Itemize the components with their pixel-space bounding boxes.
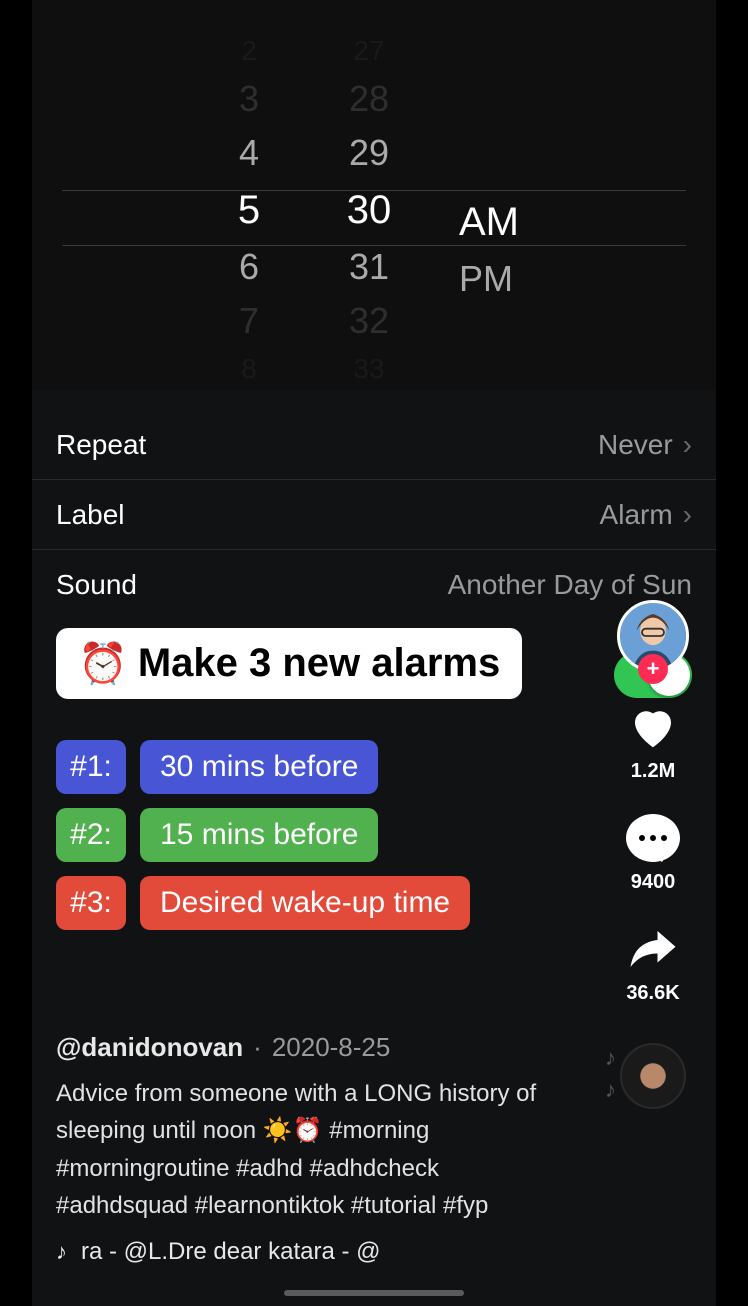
ampm-wheel[interactable]: AM PM [449, 30, 539, 390]
label-label: Label [56, 499, 125, 531]
chevron-right-icon: › [683, 429, 692, 461]
comment-icon [626, 814, 680, 862]
like-count: 1.2M [631, 760, 675, 783]
like-button[interactable]: 1.2M [626, 700, 680, 783]
video-caption-main: ⏰ Make 3 new alarms [56, 628, 522, 699]
repeat-value: Never [598, 429, 673, 461]
chevron-right-icon: › [683, 499, 692, 531]
floating-notes-icon: ♪♪ [605, 1045, 616, 1103]
sound-disc[interactable] [620, 1043, 686, 1109]
time-picker[interactable]: 2 3 4 5 6 7 8 27 28 29 30 31 32 33 [32, 0, 716, 390]
tag-num-3: #3: [56, 876, 126, 930]
heart-icon [626, 700, 680, 754]
meta-dot: · [253, 1032, 262, 1063]
post-date: 2020-8-25 [272, 1032, 391, 1063]
author-handle[interactable]: @danidonovan [56, 1032, 243, 1063]
caption-tags: #1: 30 mins before #2: 15 mins before #3… [56, 740, 470, 930]
alarm-emoji-icon: ⏰ [78, 640, 128, 687]
label-row[interactable]: Label Alarm › [32, 480, 716, 550]
comment-count: 9400 [631, 871, 676, 894]
music-label: ra - @L.Dre dear katara - @ [81, 1238, 380, 1266]
sound-value: Another Day of Sun [448, 569, 692, 601]
repeat-label: Repeat [56, 429, 146, 461]
share-button[interactable]: 36.6K [626, 922, 680, 1005]
caption-text: Make 3 new alarms [138, 641, 500, 686]
repeat-row[interactable]: Repeat Never › [32, 410, 716, 480]
home-indicator[interactable] [284, 1290, 464, 1296]
hour-wheel[interactable]: 2 3 4 5 6 7 8 [209, 30, 289, 390]
share-arrow-icon [626, 921, 680, 977]
sound-label: Sound [56, 569, 137, 601]
video-description: Advice from someone with a LONG history … [56, 1075, 576, 1224]
comment-button[interactable]: 9400 [626, 811, 680, 894]
minute-wheel[interactable]: 27 28 29 30 31 32 33 [329, 30, 409, 390]
video-meta: @danidonovan · 2020-8-25 Advice from som… [56, 1032, 576, 1266]
author-avatar[interactable]: + [617, 600, 689, 672]
share-count: 36.6K [626, 982, 679, 1005]
video-frame: 2 3 4 5 6 7 8 27 28 29 30 31 32 33 [32, 0, 716, 1306]
tag-text-2: 15 mins before [140, 808, 378, 862]
alarm-settings: Repeat Never › Label Alarm › Sound Anoth… [32, 410, 716, 620]
tag-num-2: #2: [56, 808, 126, 862]
action-rail: + 1.2M 9400 36.6K [608, 600, 698, 1109]
label-value: Alarm [600, 499, 673, 531]
tag-text-1: 30 mins before [140, 740, 378, 794]
tag-text-3: Desired wake-up time [140, 876, 470, 930]
follow-button[interactable]: + [638, 654, 668, 684]
music-note-icon: ♪ [56, 1239, 67, 1265]
music-row[interactable]: ♪ ra - @L.Dre dear katara - @ [56, 1238, 576, 1266]
tag-num-1: #1: [56, 740, 126, 794]
